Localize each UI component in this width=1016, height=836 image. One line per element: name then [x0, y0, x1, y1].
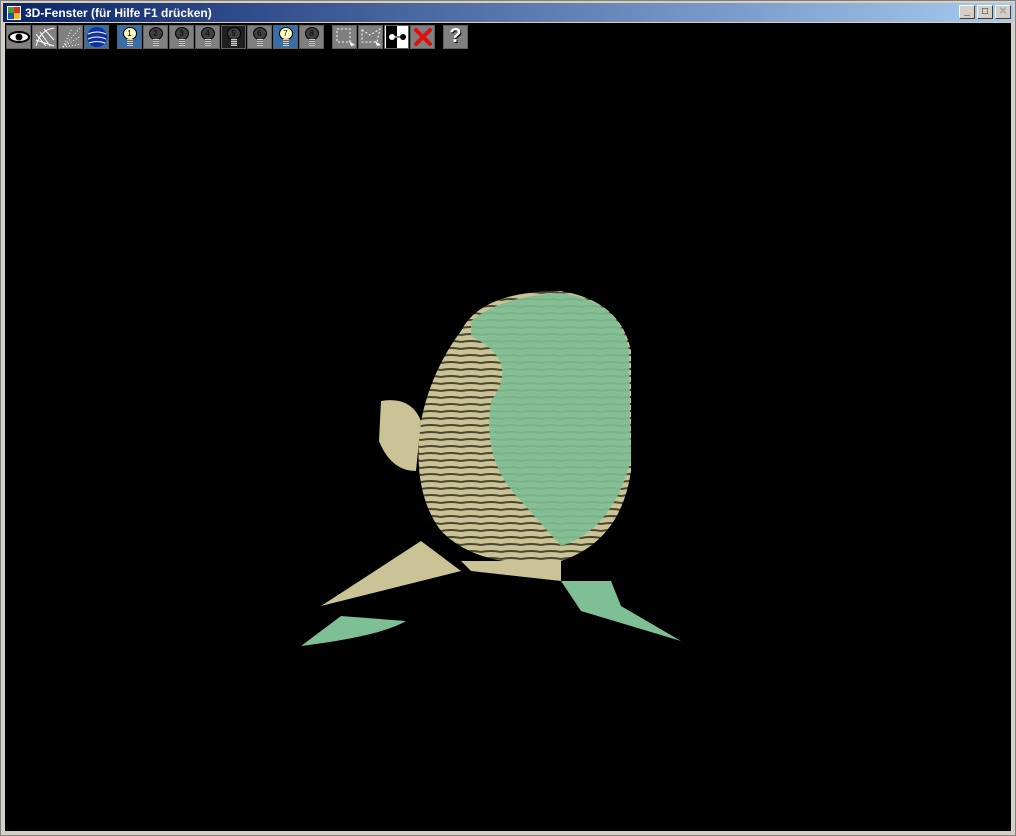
toolbar: 1 2 3 4 5 6 7 8 ?	[5, 23, 1011, 50]
lightbulb-icon: 4	[200, 26, 215, 47]
shaded-button[interactable]	[84, 24, 109, 49]
help-icon: ?	[449, 25, 462, 47]
points-icon	[62, 27, 81, 47]
3d-viewport[interactable]	[5, 50, 1011, 831]
lightbulb-icon: 3	[174, 26, 189, 47]
lightbulb-icon: 1	[122, 26, 137, 47]
3d-window: 3D-Fenster (für Hilfe F1 drücken) _ □ ✕ …	[0, 0, 1016, 836]
maximize-button[interactable]: □	[977, 5, 993, 19]
select-polygon-icon	[361, 27, 381, 46]
swap-icon	[385, 25, 406, 48]
light-2-button[interactable]: 2	[143, 24, 168, 49]
points-button[interactable]	[58, 24, 83, 49]
lightbulb-icon: 6	[252, 26, 267, 47]
lightbulb-icon: 8	[304, 26, 319, 47]
scanned-face-mesh	[301, 291, 681, 646]
lightbulb-icon: 2	[148, 26, 163, 47]
light-5-button[interactable]: 5	[221, 24, 246, 49]
help-button[interactable]: ?	[443, 24, 468, 49]
close-button[interactable]: ✕	[995, 5, 1011, 19]
light-3-button[interactable]: 3	[169, 24, 194, 49]
delete-button[interactable]	[410, 24, 435, 49]
delete-icon	[413, 27, 432, 46]
view-eye-button[interactable]	[6, 24, 31, 49]
minimize-button[interactable]: _	[959, 5, 975, 19]
title-bar[interactable]: 3D-Fenster (für Hilfe F1 drücken) _ □ ✕	[3, 3, 1013, 22]
swap-button[interactable]	[384, 24, 409, 49]
shaded-sphere-icon	[86, 26, 107, 47]
light-6-button[interactable]: 6	[247, 24, 272, 49]
light-1-button[interactable]: 1	[117, 24, 142, 49]
light-8-button[interactable]: 8	[299, 24, 324, 49]
wireframe-button[interactable]	[32, 24, 57, 49]
select-rectangle-button[interactable]	[332, 24, 357, 49]
lightbulb-icon: 5	[226, 26, 241, 47]
eye-icon	[7, 30, 30, 43]
light-4-button[interactable]: 4	[195, 24, 220, 49]
light-7-button[interactable]: 7	[273, 24, 298, 49]
select-rectangle-icon	[336, 28, 355, 46]
app-icon[interactable]	[7, 5, 21, 20]
lightbulb-icon: 7	[278, 26, 293, 47]
select-polygon-button[interactable]	[358, 24, 383, 49]
wireframe-icon	[35, 27, 54, 46]
window-title: 3D-Fenster (für Hilfe F1 drücken)	[25, 5, 212, 20]
